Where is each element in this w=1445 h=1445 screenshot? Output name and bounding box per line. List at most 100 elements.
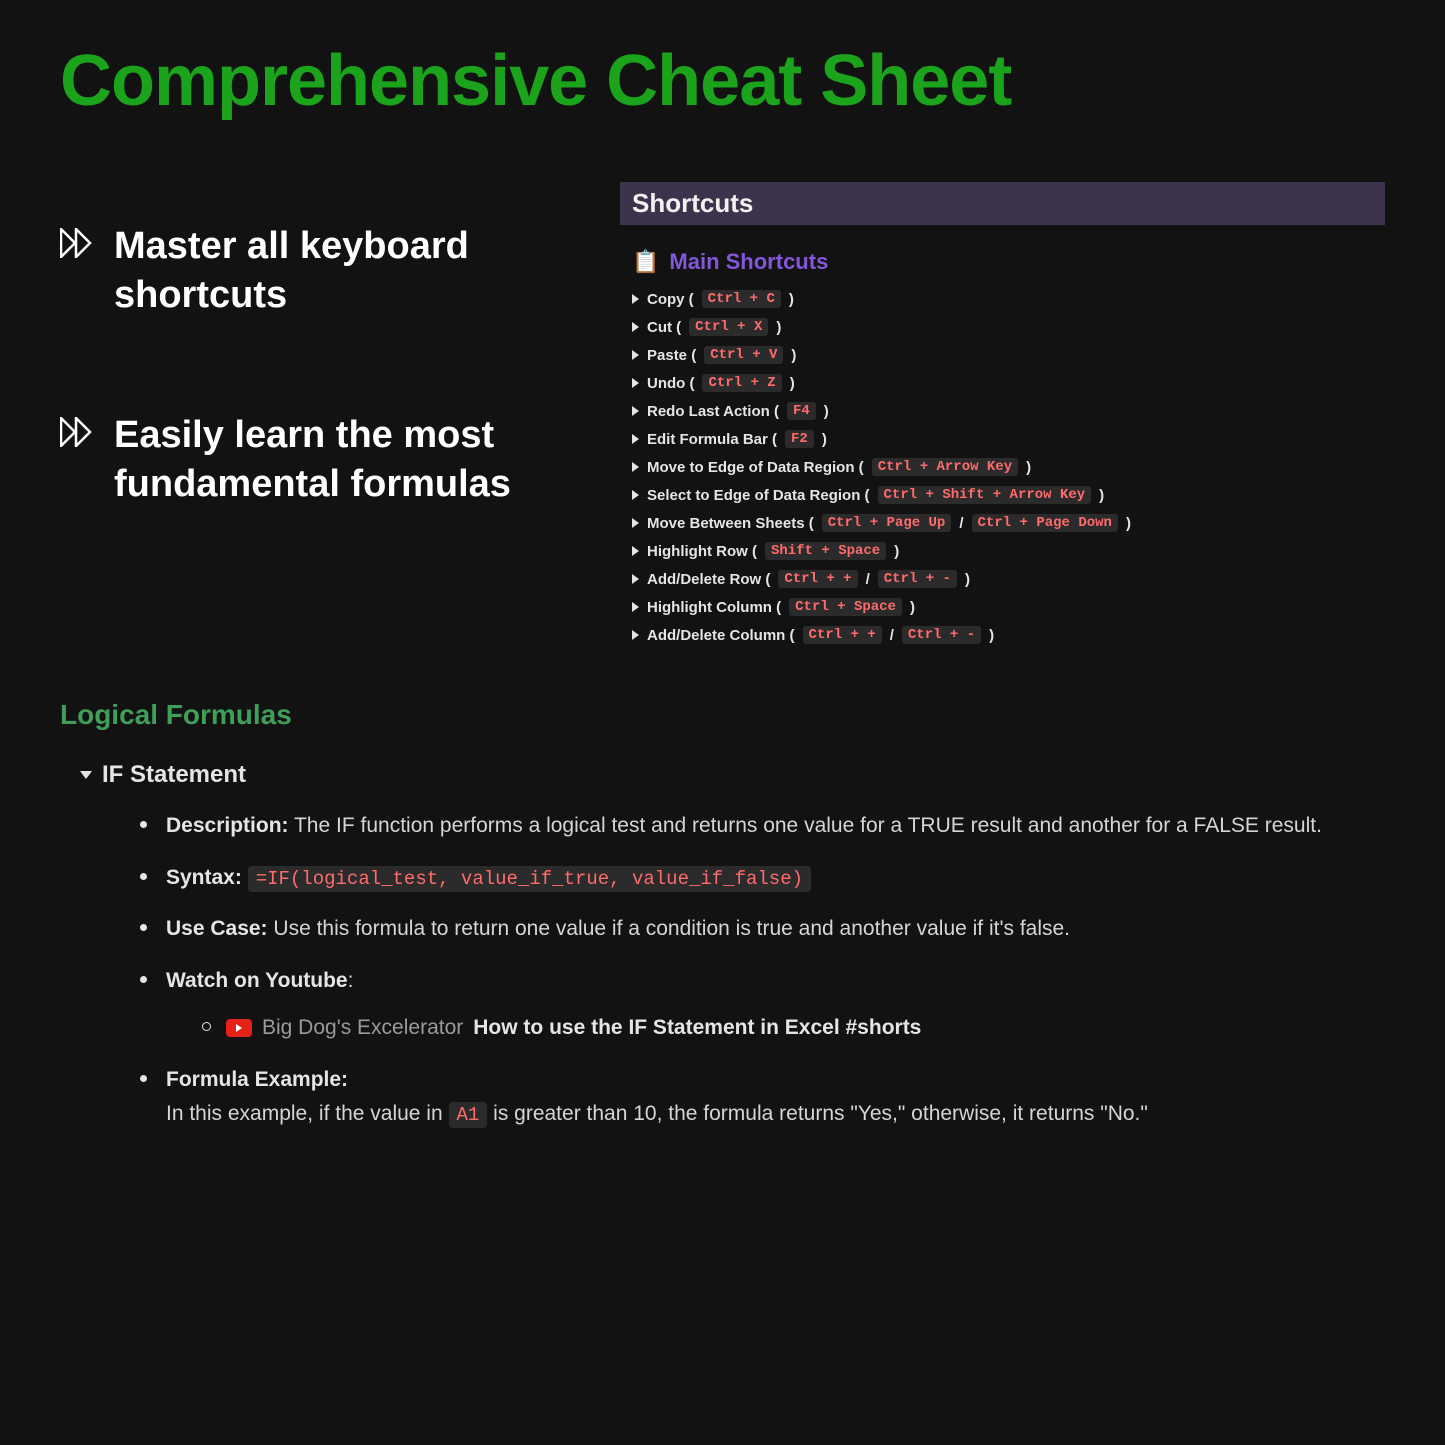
- shortcut-item[interactable]: Add/Delete Row ( Ctrl + + / Ctrl + - ): [632, 565, 1385, 593]
- page-title: Comprehensive Cheat Sheet: [60, 40, 1385, 122]
- shortcut-key: Ctrl + Page Up: [822, 514, 952, 532]
- youtube-icon: [226, 1019, 252, 1037]
- syntax-code: =IF(logical_test, value_if_true, value_i…: [248, 866, 811, 892]
- paren-close: ): [824, 403, 829, 420]
- paren-close: ): [1126, 515, 1131, 532]
- shortcut-key: Ctrl + Page Down: [972, 514, 1118, 532]
- shortcut-key: Ctrl + X: [689, 318, 768, 336]
- watch-label: Watch on Youtube: [166, 969, 348, 992]
- chevron-right-icon: [632, 294, 639, 304]
- if-statement-toggle[interactable]: IF Statement: [80, 761, 1385, 789]
- desc-item: Description: The IF function performs a …: [140, 809, 1385, 843]
- shortcut-label: Cut (: [647, 319, 681, 336]
- shortcut-label: Edit Formula Bar (: [647, 431, 777, 448]
- paren-close: ): [989, 627, 994, 644]
- paren-close: ): [965, 571, 970, 588]
- shortcut-label: Highlight Row (: [647, 543, 757, 560]
- chevron-right-icon: [632, 602, 639, 612]
- shortcut-item[interactable]: Cut ( Ctrl + X ): [632, 313, 1385, 341]
- shortcut-label: Move to Edge of Data Region (: [647, 459, 864, 476]
- chevron-right-icon: [632, 462, 639, 472]
- shortcut-item[interactable]: Highlight Column ( Ctrl + Space ): [632, 593, 1385, 621]
- shortcut-key: Ctrl + Shift + Arrow Key: [878, 486, 1092, 504]
- example-pre: In this example, if the value in: [166, 1102, 449, 1125]
- chevron-right-icon: [632, 630, 639, 640]
- shortcut-label: Select to Edge of Data Region (: [647, 487, 870, 504]
- shortcut-item[interactable]: Add/Delete Column ( Ctrl + + / Ctrl + - …: [632, 621, 1385, 649]
- paren-close: ): [894, 543, 899, 560]
- hero-bullet-text: Easily learn the most fundamental formul…: [114, 411, 580, 510]
- paren-close: ): [910, 599, 915, 616]
- shortcut-item[interactable]: Undo ( Ctrl + Z ): [632, 369, 1385, 397]
- watch-item: Watch on Youtube: Big Dog's Excelerator …: [140, 964, 1385, 1045]
- chevron-right-icon: [632, 378, 639, 388]
- shortcut-label: Add/Delete Column (: [647, 627, 795, 644]
- shortcut-label: Paste (: [647, 347, 696, 364]
- usecase-text: Use this formula to return one value if …: [273, 917, 1070, 940]
- chevron-right-icon: [632, 434, 639, 444]
- shortcut-key: F2: [785, 430, 814, 448]
- hero-bullets: Master all keyboard shortcuts Easily lea…: [60, 182, 580, 649]
- usecase-label: Use Case:: [166, 917, 268, 940]
- shortcut-item[interactable]: Copy ( Ctrl + C ): [632, 285, 1385, 313]
- chevron-right-icon: [632, 546, 639, 556]
- paren-close: ): [1099, 487, 1104, 504]
- if-detail-list: Description: The IF function performs a …: [140, 809, 1385, 1130]
- shortcut-key: Ctrl + +: [778, 570, 857, 588]
- shortcut-item[interactable]: Paste ( Ctrl + V ): [632, 341, 1385, 369]
- separator: /: [959, 515, 963, 532]
- paren-close: ): [790, 375, 795, 392]
- example-label: Formula Example:: [166, 1068, 348, 1091]
- shortcut-item[interactable]: Move to Edge of Data Region ( Ctrl + Arr…: [632, 453, 1385, 481]
- paren-close: ): [1026, 459, 1031, 476]
- shortcut-key: Ctrl + C: [702, 290, 781, 308]
- separator: /: [890, 627, 894, 644]
- chevron-down-icon: [80, 771, 92, 779]
- shortcut-key: Ctrl + -: [902, 626, 981, 644]
- main-shortcuts-title: 📋 Main Shortcuts: [632, 249, 1385, 275]
- shortcut-label: Highlight Column (: [647, 599, 781, 616]
- chevron-right-icon: [632, 322, 639, 332]
- syntax-label: Syntax:: [166, 866, 242, 889]
- shortcut-item[interactable]: Highlight Row ( Shift + Space ): [632, 537, 1385, 565]
- syntax-item: Syntax: =IF(logical_test, value_if_true,…: [140, 861, 1385, 895]
- chevron-right-icon: [632, 350, 639, 360]
- youtube-channel: Big Dog's Excelerator: [262, 1011, 463, 1045]
- desc-text: The IF function performs a logical test …: [294, 814, 1322, 837]
- double-chevron-right-icon: [60, 417, 98, 452]
- shortcuts-panel: Shortcuts 📋 Main Shortcuts Copy ( Ctrl +…: [620, 182, 1385, 649]
- shortcut-key: Ctrl + +: [803, 626, 882, 644]
- shortcut-item[interactable]: Move Between Sheets ( Ctrl + Page Up / C…: [632, 509, 1385, 537]
- hero-bullet: Easily learn the most fundamental formul…: [60, 411, 580, 510]
- chevron-right-icon: [632, 518, 639, 528]
- chevron-right-icon: [632, 406, 639, 416]
- shortcut-item[interactable]: Select to Edge of Data Region ( Ctrl + S…: [632, 481, 1385, 509]
- shortcut-item[interactable]: Redo Last Action ( F4 ): [632, 397, 1385, 425]
- desc-label: Description:: [166, 814, 289, 837]
- paren-close: ): [791, 347, 796, 364]
- chevron-right-icon: [632, 490, 639, 500]
- hero-bullet-text: Master all keyboard shortcuts: [114, 222, 580, 321]
- shortcut-label: Copy (: [647, 291, 694, 308]
- shortcut-label: Undo (: [647, 375, 694, 392]
- youtube-title: How to use the IF Statement in Excel #sh…: [473, 1011, 921, 1045]
- shortcut-key: F4: [787, 402, 816, 420]
- shortcut-label: Add/Delete Row (: [647, 571, 770, 588]
- example-post: is greater than 10, the formula returns …: [493, 1102, 1148, 1125]
- shortcuts-header: Shortcuts: [620, 182, 1385, 225]
- if-statement-title: IF Statement: [102, 761, 246, 789]
- youtube-link[interactable]: Big Dog's Excelerator How to use the IF …: [202, 1011, 1385, 1045]
- logical-formulas-heading: Logical Formulas: [60, 699, 1385, 731]
- shortcut-key: Ctrl + Space: [789, 598, 902, 616]
- example-item: Formula Example: In this example, if the…: [140, 1063, 1385, 1130]
- colon: :: [348, 969, 354, 992]
- separator: /: [866, 571, 870, 588]
- shortcut-key: Ctrl + V: [704, 346, 783, 364]
- shortcut-label: Move Between Sheets (: [647, 515, 814, 532]
- shortcut-item[interactable]: Edit Formula Bar ( F2 ): [632, 425, 1385, 453]
- shortcut-list: Copy ( Ctrl + C )Cut ( Ctrl + X )Paste (…: [620, 285, 1385, 649]
- shortcut-key: Ctrl + Z: [702, 374, 781, 392]
- main-shortcuts-label: Main Shortcuts: [669, 249, 828, 275]
- shortcut-key: Ctrl + Arrow Key: [872, 458, 1018, 476]
- usecase-item: Use Case: Use this formula to return one…: [140, 912, 1385, 946]
